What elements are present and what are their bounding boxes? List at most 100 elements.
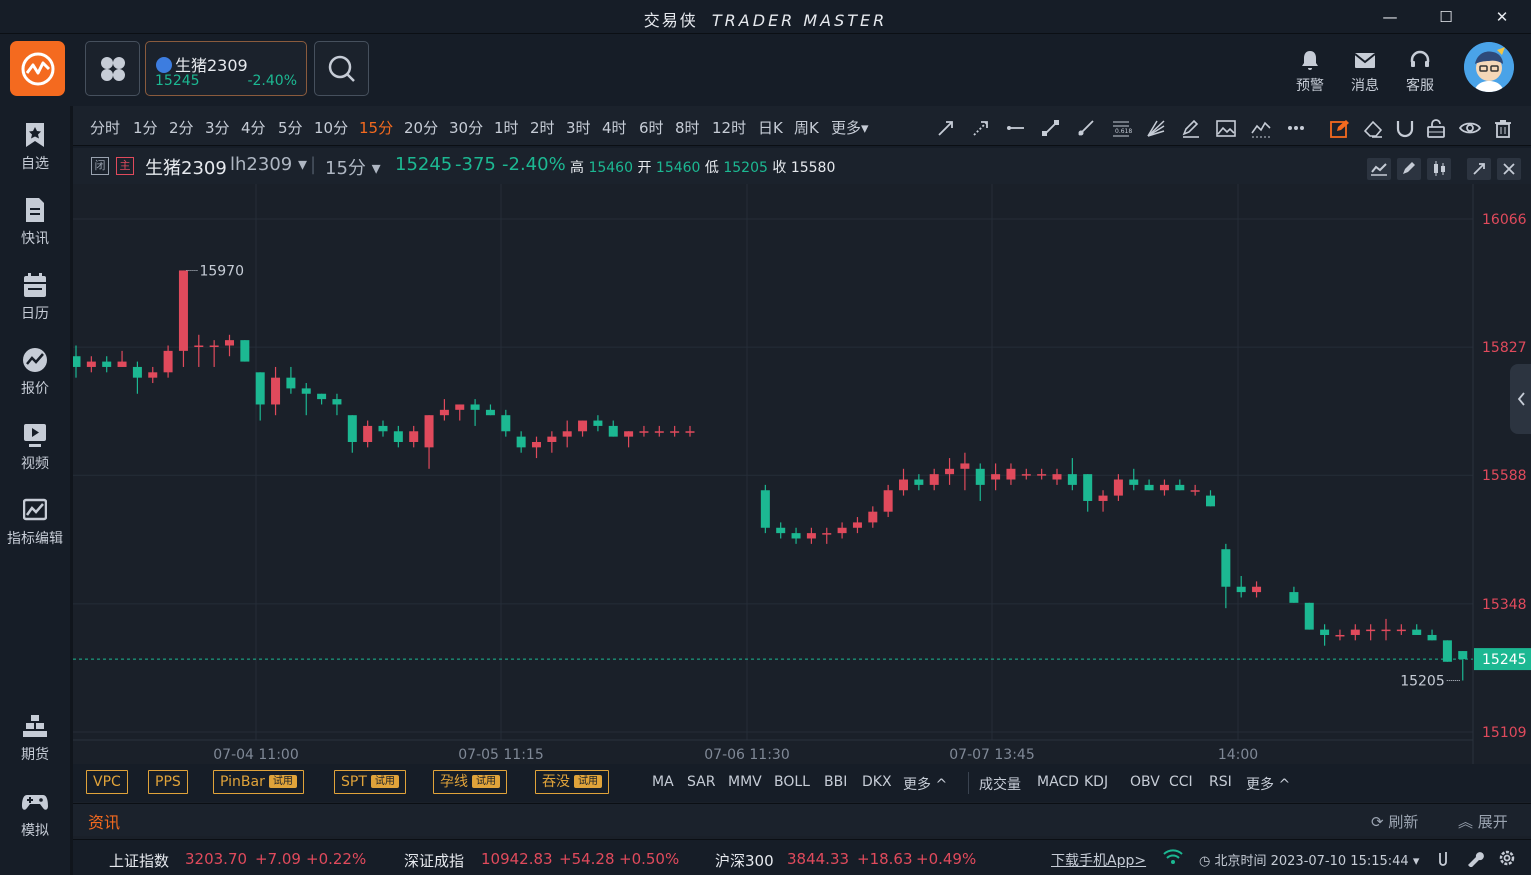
ticker-name[interactable]: 沪深300 xyxy=(715,850,774,871)
period-tab[interactable]: 2分 xyxy=(169,117,194,138)
download-app-link[interactable]: 下载手机App> xyxy=(1051,850,1146,870)
segment-tool[interactable] xyxy=(1040,118,1062,138)
message-button[interactable]: 消息 xyxy=(1343,48,1387,95)
period-tab[interactable]: 3分 xyxy=(205,117,230,138)
close-window-button[interactable]: ✕ xyxy=(1490,6,1514,28)
pattern-button[interactable]: VPC xyxy=(86,770,128,794)
settings-button[interactable] xyxy=(1497,849,1517,871)
pattern-button[interactable]: 吞没 试用 xyxy=(535,770,609,794)
minimize-button[interactable]: — xyxy=(1378,6,1402,28)
period-tab[interactable]: 1时 xyxy=(494,117,519,138)
sidebar-item-simulation[interactable]: 模拟 xyxy=(0,789,70,840)
candle-body xyxy=(1236,586,1246,593)
sidebar-item-watchlist[interactable]: 自选 xyxy=(0,122,70,173)
high-value: 15460 xyxy=(588,160,633,176)
candle-body xyxy=(806,533,816,539)
pattern-button[interactable]: PinBar 试用 xyxy=(213,770,304,794)
sub-indicator[interactable]: MACD xyxy=(1037,774,1079,790)
pattern-button[interactable]: SPT 试用 xyxy=(334,770,406,794)
expand-button[interactable]: ︽ 展开 xyxy=(1458,811,1508,832)
period-tab[interactable]: 15分 xyxy=(359,117,393,138)
period-tab[interactable]: 日K xyxy=(758,117,783,138)
magnet-tool[interactable] xyxy=(1394,118,1416,138)
sub-indicator[interactable]: 成交量 xyxy=(979,774,1021,794)
ticker-name[interactable]: 深证成指 xyxy=(404,850,464,871)
avatar[interactable] xyxy=(1464,42,1514,92)
trend-arrow-tool[interactable] xyxy=(935,118,957,138)
horizontal-line-tool[interactable] xyxy=(1005,118,1027,138)
sidebar-item-quotes[interactable]: 报价 xyxy=(0,347,70,398)
main-indicator[interactable]: MA xyxy=(652,774,674,790)
ticker-name[interactable]: 上证指数 xyxy=(109,850,169,871)
sub-indicator[interactable]: KDJ xyxy=(1084,774,1108,790)
period-tab[interactable]: 12时 xyxy=(712,117,746,138)
period-tab[interactable]: 4分 xyxy=(241,117,266,138)
candlestick-chart[interactable]: 15970 15205 16066 15827 15588 15348 15109 15245… xyxy=(71,184,1531,844)
search-icon xyxy=(328,55,355,82)
main-indicator[interactable]: 更多 ^ xyxy=(903,774,947,794)
app-logo[interactable] xyxy=(10,41,65,96)
period-tab[interactable]: 更多▾ xyxy=(831,117,869,138)
attachment-button[interactable] xyxy=(1435,849,1451,871)
draw-toggle-button[interactable] xyxy=(1397,158,1421,180)
trash-tool[interactable] xyxy=(1492,118,1514,138)
symbol-card[interactable]: 生猪2309 15245 -2.40% xyxy=(145,41,307,96)
main-indicator[interactable]: MMV xyxy=(728,774,762,790)
main-indicator[interactable]: SAR xyxy=(687,774,715,790)
sidebar-item-video[interactable]: 视频 xyxy=(0,422,70,473)
period-tab[interactable]: 30分 xyxy=(449,117,483,138)
period-tab[interactable]: 2时 xyxy=(530,117,555,138)
sub-indicator[interactable]: OBV xyxy=(1130,774,1160,790)
dashed-arrow-tool[interactable] xyxy=(970,118,992,138)
period-tab[interactable]: 6时 xyxy=(639,117,664,138)
beijing-time[interactable]: ◷ 北京时间 2023-07-10 15:15:44 ▾ xyxy=(1199,850,1419,869)
wave-tool[interactable] xyxy=(1250,118,1272,138)
sub-indicator[interactable]: 更多 ^ xyxy=(1246,774,1290,794)
main-indicator[interactable]: BBI xyxy=(824,774,847,790)
collapse-chart-button[interactable] xyxy=(1467,158,1491,180)
unlock-tool[interactable] xyxy=(1425,118,1447,138)
tools-button[interactable] xyxy=(1465,849,1485,871)
sub-indicator[interactable]: CCI xyxy=(1169,774,1193,790)
pattern-button[interactable]: PPS xyxy=(148,770,188,794)
alert-button[interactable]: 预警 xyxy=(1288,48,1332,95)
period-tab[interactable]: 3时 xyxy=(566,117,591,138)
main-indicator[interactable]: DKX xyxy=(862,774,892,790)
chart-type-button[interactable] xyxy=(1367,158,1391,180)
period-tab[interactable]: 1分 xyxy=(133,117,158,138)
period-tab[interactable]: 5分 xyxy=(278,117,303,138)
sidebar-item-calendar[interactable]: 日历 xyxy=(0,272,70,323)
period-tab[interactable]: 10分 xyxy=(314,117,348,138)
symbol-code-dropdown[interactable]: lh2309 ▾ xyxy=(230,154,307,175)
search-button[interactable] xyxy=(314,41,369,96)
period-tab[interactable]: 分时 xyxy=(90,117,120,138)
eraser-tool[interactable] xyxy=(1362,118,1384,138)
fan-tool[interactable] xyxy=(1145,118,1167,138)
eye-tool[interactable] xyxy=(1458,118,1482,138)
period-tab[interactable]: 4时 xyxy=(602,117,627,138)
image-tool[interactable] xyxy=(1215,118,1237,138)
period-tab[interactable]: 周K xyxy=(794,117,819,138)
sub-indicator[interactable]: RSI xyxy=(1209,774,1232,790)
more-dots-tool[interactable] xyxy=(1285,118,1307,138)
main-indicator[interactable]: BOLL xyxy=(774,774,810,790)
support-button[interactable]: 客服 xyxy=(1398,48,1442,95)
fibonacci-tool[interactable]: 0.618 xyxy=(1110,118,1132,138)
maximize-button[interactable]: ☐ xyxy=(1434,6,1458,28)
candle-style-button[interactable] xyxy=(1427,158,1451,180)
edit-active-tool[interactable] xyxy=(1329,118,1351,138)
close-chart-button[interactable] xyxy=(1497,158,1521,180)
period-dropdown[interactable]: 15分 ▾ xyxy=(325,154,381,180)
candle xyxy=(883,484,893,518)
period-tab[interactable]: 20分 xyxy=(404,117,438,138)
sidebar-item-indicator-editor[interactable]: 指标编辑 xyxy=(0,497,70,548)
period-tab[interactable]: 8时 xyxy=(675,117,700,138)
pattern-button[interactable]: 孕线 试用 xyxy=(433,770,507,794)
sidebar-item-futures[interactable]: 期货 xyxy=(0,713,70,764)
sidebar-item-flash[interactable]: 快讯 xyxy=(0,197,70,248)
brush-tool[interactable] xyxy=(1180,118,1202,138)
refresh-button[interactable]: ⟳ 刷新 xyxy=(1371,811,1418,832)
apps-button[interactable] xyxy=(85,41,140,96)
side-panel-toggle[interactable] xyxy=(1510,364,1531,434)
ray-tool[interactable] xyxy=(1075,118,1097,138)
